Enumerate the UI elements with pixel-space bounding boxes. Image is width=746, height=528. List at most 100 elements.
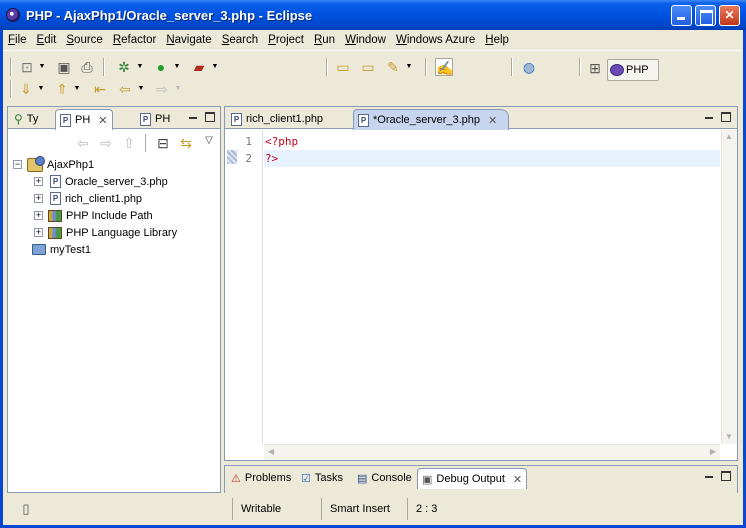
next-annotation-dropdown-icon[interactable]: ▼ [37, 80, 45, 98]
menu-window[interactable]: Window [345, 34, 386, 46]
forward-dropdown-icon[interactable]: ▼ [174, 80, 182, 98]
next-annotation-icon[interactable]: ⇓ [17, 80, 35, 98]
scroll-left-icon[interactable]: ◀ [264, 445, 278, 459]
maximize-view-icon[interactable] [721, 471, 731, 481]
tab-rich-client1[interactable]: P rich_client1.php [227, 109, 327, 129]
menu-project[interactable]: Project [268, 34, 304, 46]
forward-icon[interactable]: ⇨ [153, 80, 171, 98]
status-insert-mode: Smart Insert [321, 498, 405, 520]
back-icon[interactable]: ⇦ [74, 134, 92, 152]
globe-icon[interactable]: ◍ [520, 58, 538, 76]
external-tools-icon[interactable]: ▰ [190, 58, 208, 76]
print-icon[interactable]: ⎙ [78, 58, 96, 76]
collapse-icon[interactable]: − [13, 160, 22, 169]
tree-item-file[interactable]: + P rich_client1.php [34, 190, 142, 207]
expand-icon[interactable]: + [34, 211, 43, 220]
up-icon[interactable]: ⇧ [120, 134, 138, 152]
expand-icon[interactable]: + [34, 177, 43, 186]
maximize-view-icon[interactable] [205, 112, 215, 122]
new-dropdown-icon[interactable]: ▼ [38, 58, 46, 76]
code-line[interactable]: <?php [264, 133, 720, 150]
close-tab-icon[interactable]: ✕ [513, 473, 522, 486]
highlight-icon[interactable]: ✍ [435, 58, 453, 76]
tree-item-folder[interactable]: myTest1 [32, 241, 91, 258]
expand-icon[interactable]: + [34, 228, 43, 237]
scroll-down-icon[interactable]: ▼ [722, 430, 736, 444]
toolbar-separator [10, 58, 12, 76]
vertical-scrollbar[interactable]: ▲ ▼ [721, 130, 737, 444]
tab-php-explorer[interactable]: P PH ✕ [55, 109, 113, 130]
back-dropdown-icon[interactable]: ▼ [137, 80, 145, 98]
explorer-view-toolbar: ⇦ ⇨ ⇧ ⊟ ⇆ ▽ [8, 130, 220, 156]
tab-tasks[interactable]: ☑ Tasks [297, 468, 347, 488]
close-button[interactable]: ✕ [719, 5, 740, 26]
scroll-right-icon[interactable]: ▶ [706, 445, 720, 459]
code-line-current[interactable]: ?> [264, 150, 720, 167]
expand-icon[interactable]: + [34, 194, 43, 203]
maximize-button[interactable] [695, 5, 716, 26]
tab-label: Debug Output [436, 473, 505, 485]
fast-view-icon[interactable]: ▯ [17, 500, 35, 518]
new-wizard-icon[interactable]: ⊡ [18, 58, 36, 76]
tab-oracle-server-3[interactable]: P *Oracle_server_3.php ✕ [353, 109, 509, 130]
toolbar-separator [511, 58, 513, 76]
menu-search[interactable]: Search [222, 34, 258, 46]
view-menu-icon[interactable]: ▽ [200, 132, 218, 150]
open-type-dropdown-icon[interactable]: ▼ [405, 58, 413, 76]
back-icon[interactable]: ⇦ [116, 80, 134, 98]
previous-annotation-dropdown-icon[interactable]: ▼ [73, 80, 81, 98]
close-tab-icon[interactable]: ✕ [98, 114, 107, 127]
menu-file[interactable]: File [8, 34, 27, 46]
library-icon [48, 226, 62, 239]
tab-type-hierarchy[interactable]: ⚲ Ty [10, 109, 42, 129]
last-edit-icon[interactable]: ⇤ [91, 80, 109, 98]
run-icon[interactable]: ● [152, 58, 170, 76]
menu-navigate[interactable]: Navigate [166, 34, 211, 46]
open-perspective-icon[interactable]: ⊞ [586, 59, 604, 77]
menu-source[interactable]: Source [66, 34, 102, 46]
link-with-editor-icon[interactable]: ⇆ [177, 134, 195, 152]
tree-item-include-path[interactable]: + PHP Include Path [34, 207, 153, 224]
minimize-view-icon[interactable] [704, 472, 714, 482]
minimize-button[interactable] [671, 5, 692, 26]
minimize-view-icon[interactable] [704, 113, 714, 123]
tab-problems[interactable]: ⚠ Problems [227, 468, 295, 488]
open-project-icon[interactable]: ▭ [359, 58, 377, 76]
open-folder-icon[interactable]: ▭ [334, 58, 352, 76]
code-editor[interactable]: <?php ?> [264, 130, 720, 444]
menu-run[interactable]: Run [314, 34, 335, 46]
tab-label: PH [75, 114, 91, 126]
horizontal-scrollbar[interactable]: ◀ ▶ [264, 444, 720, 460]
tree-item-language-library[interactable]: + PHP Language Library [34, 224, 177, 241]
save-icon[interactable]: ▣ [55, 58, 73, 76]
debug-dropdown-icon[interactable]: ▼ [136, 58, 144, 76]
project-tree: − AjaxPhp1 + P Oracle_server_3.php + P r… [8, 155, 220, 492]
tree-item-project[interactable]: − AjaxPhp1 [13, 155, 94, 173]
menu-refactor[interactable]: Refactor [113, 34, 156, 46]
tab-debug-output[interactable]: ▣ Debug Output ✕ [417, 468, 528, 489]
tree-item-file[interactable]: + P Oracle_server_3.php [34, 173, 168, 190]
debug-icon[interactable]: ✲ [115, 58, 133, 76]
scroll-up-icon[interactable]: ▲ [722, 130, 736, 144]
eclipse-logo-icon [6, 8, 20, 22]
annotation-ruler [226, 130, 237, 444]
left-tab-bar: ⚲ Ty P PH ✕ P PH [8, 107, 220, 130]
collapse-all-icon[interactable]: ⊟ [154, 134, 172, 152]
menu-help[interactable]: Help [485, 34, 509, 46]
debug-output-icon: ▣ [422, 473, 433, 486]
perspective-switcher[interactable]: PHP [607, 59, 659, 81]
run-dropdown-icon[interactable]: ▼ [173, 58, 181, 76]
external-tools-dropdown-icon[interactable]: ▼ [211, 58, 219, 76]
menu-edit[interactable]: Edit [37, 34, 57, 46]
previous-annotation-icon[interactable]: ⇑ [53, 80, 71, 98]
maximize-view-icon[interactable] [721, 112, 731, 122]
close-tab-icon[interactable]: ✕ [488, 114, 497, 127]
minimize-view-icon[interactable] [188, 113, 198, 123]
tab-console[interactable]: ▤ Console [353, 468, 416, 488]
tab-php-functions[interactable]: P PH [136, 109, 174, 129]
menu-windows-azure[interactable]: Windows Azure [396, 34, 475, 46]
forward-icon[interactable]: ⇨ [97, 134, 115, 152]
open-type-icon[interactable]: ✎ [384, 58, 402, 76]
menu-bar: File Edit Source Refactor Navigate Searc… [3, 30, 743, 49]
console-icon: ▤ [357, 472, 368, 485]
